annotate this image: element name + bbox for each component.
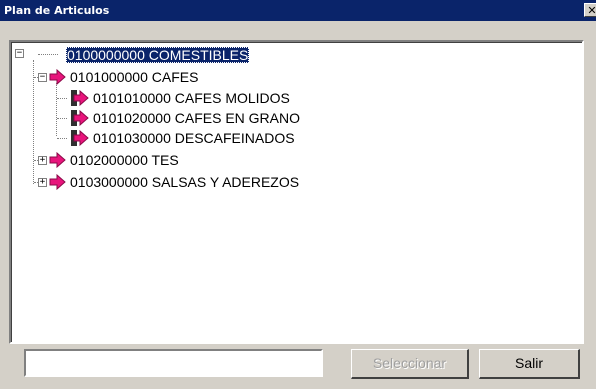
code-input[interactable] [24, 349, 323, 377]
select-button[interactable]: Seleccionar [351, 349, 469, 379]
tree-node-label[interactable]: 0101010000 CAFES MOLIDOS [92, 90, 291, 106]
tree-connector [38, 54, 58, 55]
exit-button[interactable]: Salir [479, 349, 580, 379]
tree-connector [57, 138, 67, 139]
pink-arrow-icon [71, 90, 89, 106]
tree-node-label[interactable]: 0101000000 CAFES [69, 69, 199, 85]
tree-connector [57, 118, 67, 119]
pink-arrow-icon [71, 130, 89, 146]
window-title: Plan de Articulos [4, 4, 110, 17]
pink-arrow-icon [71, 110, 89, 126]
tree-node-label[interactable]: 0102000000 TES [69, 152, 180, 168]
title-bar[interactable]: Plan de Articulos ✕ [0, 0, 596, 21]
pink-arrow-icon [49, 69, 66, 85]
collapse-icon[interactable]: − [38, 73, 47, 82]
tree-connector [33, 60, 34, 184]
collapse-icon[interactable]: − [15, 49, 24, 58]
pink-arrow-icon [49, 174, 66, 190]
tree-connector [56, 83, 57, 136]
item-tree[interactable]: − 0100000000 COMESTIBLES − 0101000000 CA… [9, 40, 584, 344]
tree-node-label[interactable]: 0101020000 CAFES EN GRANO [92, 110, 301, 126]
tree-node-label[interactable]: 0101030000 DESCAFEINADOS [92, 130, 296, 146]
expand-icon[interactable]: + [38, 178, 47, 187]
tree-connector [57, 98, 67, 99]
pink-arrow-icon [49, 152, 66, 168]
close-button[interactable]: ✕ [584, 3, 596, 17]
expand-icon[interactable]: + [38, 156, 47, 165]
tree-node-label[interactable]: 0100000000 COMESTIBLES [66, 47, 250, 63]
tree-node-label[interactable]: 0103000000 SALSAS Y ADEREZOS [69, 174, 300, 190]
